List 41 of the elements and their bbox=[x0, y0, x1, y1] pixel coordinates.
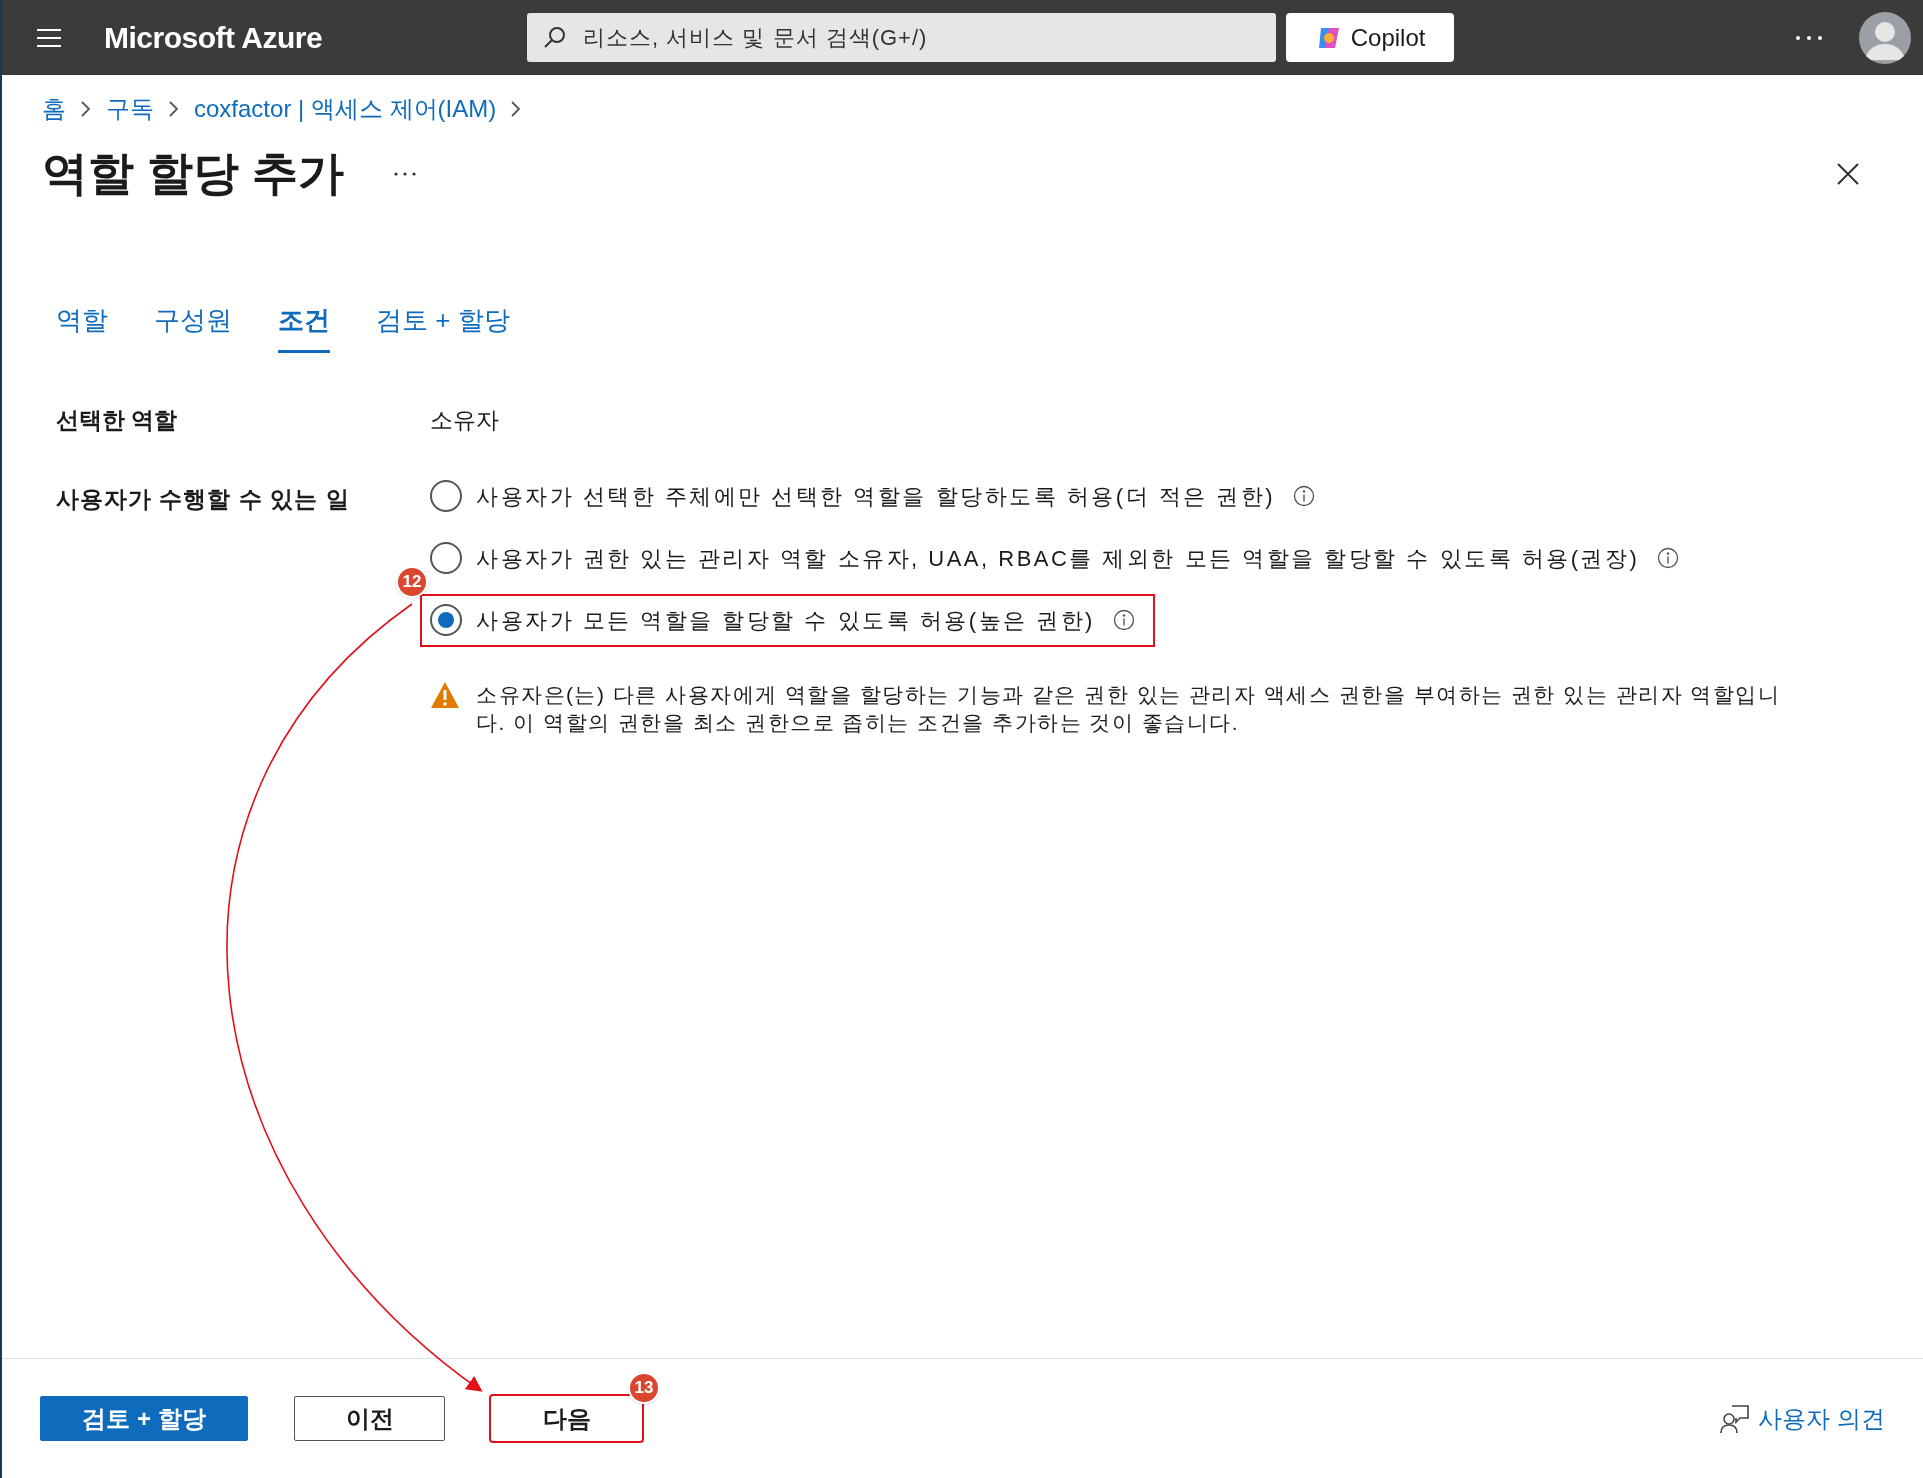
avatar-button[interactable] bbox=[1859, 11, 1911, 64]
feedback-icon bbox=[1720, 1403, 1751, 1434]
more-icon bbox=[393, 171, 416, 176]
more-icon bbox=[1795, 34, 1823, 41]
radio-button[interactable] bbox=[430, 542, 462, 574]
copilot-button[interactable]: Copilot bbox=[1286, 13, 1455, 62]
breadcrumb-link[interactable]: 구독 bbox=[106, 91, 154, 127]
info-icon bbox=[1657, 547, 1680, 569]
radio-label[interactable]: 사용자가 선택한 주체에만 선택한 역할을 할당하도록 허용(더 적은 권한) bbox=[476, 479, 1276, 513]
search-field[interactable]: 리소스, 서비스 및 문서 검색(G+/) bbox=[527, 13, 1277, 62]
info-icon bbox=[1112, 609, 1135, 631]
info-icon bbox=[1293, 485, 1316, 507]
tab[interactable]: 역할 bbox=[56, 301, 108, 353]
tab[interactable]: 조건 bbox=[278, 301, 330, 353]
step-badge: 12 bbox=[396, 565, 428, 598]
field-label: 선택한 역할 bbox=[56, 406, 179, 435]
radio-label[interactable]: 사용자가 모든 역할을 할당할 수 있도록 허용(높은 권한) bbox=[476, 603, 1095, 637]
brand-name[interactable]: Microsoft Azure bbox=[104, 15, 323, 60]
secondary-button[interactable]: 다음 bbox=[491, 1396, 642, 1441]
secondary-button[interactable]: 이전 bbox=[294, 1396, 445, 1441]
feedback-link[interactable]: 사용자 의견 bbox=[1720, 1400, 1885, 1437]
chevron-right-icon bbox=[168, 100, 180, 118]
tab[interactable]: 구성원 bbox=[154, 301, 232, 353]
warning-message: 소유자은(는) 다른 사용자에게 역할을 할당하는 기능과 같은 권한 있는 관리자 액세스 권한을 부여하는 권한 있는 관리자 역할입니다. 이 역할의 권한을 최소 권한으로 좁히는 조건을 추가하는 것이 좋습니다. bbox=[476, 681, 1782, 736]
radio-button[interactable] bbox=[430, 480, 462, 512]
breadcrumb-link[interactable]: coxfactor | 액세스 제어(IAM) bbox=[194, 91, 497, 127]
breadcrumb-link[interactable]: 홈 bbox=[42, 91, 66, 127]
chevron-right-icon bbox=[80, 100, 92, 118]
search-icon bbox=[543, 25, 568, 49]
step-badge: 13 bbox=[628, 1372, 660, 1404]
tab[interactable]: 검토 + 할당 bbox=[376, 301, 510, 353]
close-icon bbox=[1836, 161, 1860, 186]
radio-label[interactable]: 사용자가 권한 있는 관리자 역할 소유자, UAA, RBAC를 제외한 모든 역할을 할당할 수 있도록 허용(권장) bbox=[476, 541, 1640, 575]
warning-icon bbox=[430, 680, 460, 709]
field-label: 사용자가 수행할 수 있는 일 bbox=[56, 484, 351, 514]
field-value: 소유자 bbox=[430, 406, 499, 435]
page-title: 역할 할당 추가 bbox=[42, 146, 344, 201]
primary-button[interactable]: 검토 + 할당 bbox=[40, 1396, 248, 1441]
menu-icon bbox=[36, 27, 62, 48]
radio-button[interactable] bbox=[430, 604, 462, 636]
chevron-right-icon bbox=[510, 100, 523, 118]
